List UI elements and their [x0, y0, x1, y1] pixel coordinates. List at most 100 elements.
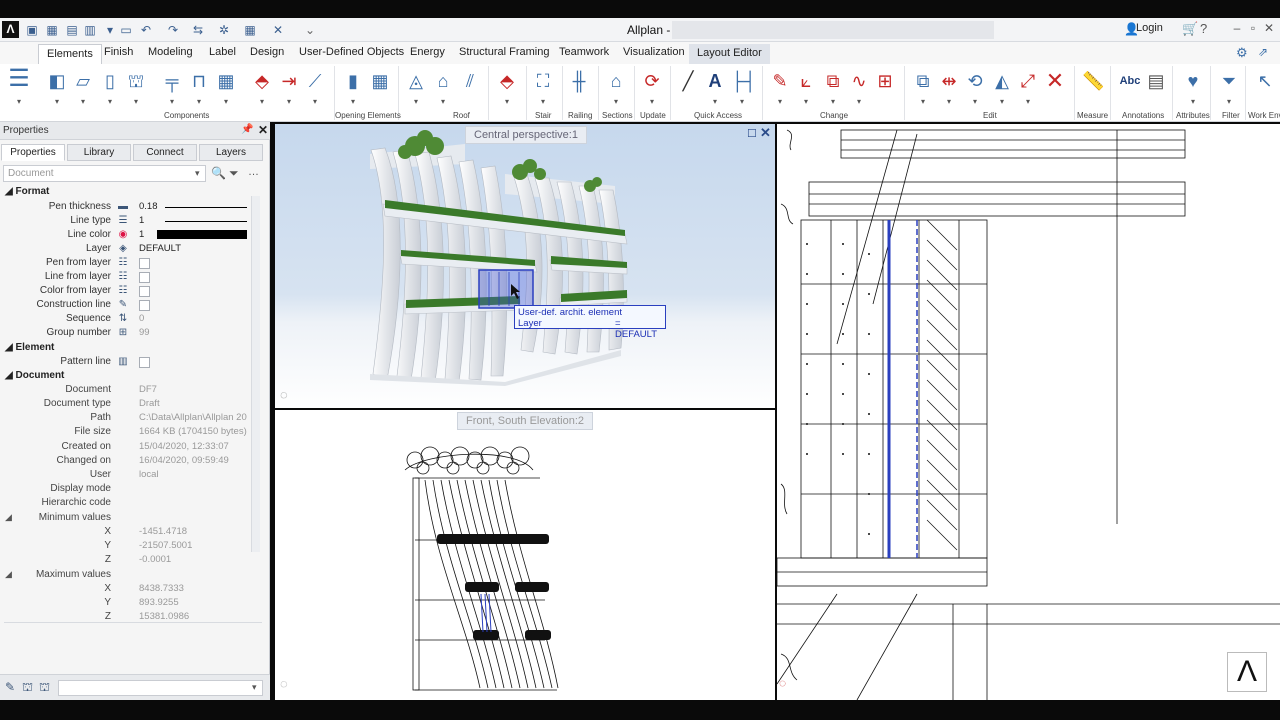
move-icon[interactable]: ⧉: [822, 70, 844, 92]
tab-teamwork[interactable]: Teamwork: [559, 46, 609, 58]
construction-line-checkbox[interactable]: [139, 300, 150, 311]
tab-energy[interactable]: Energy: [410, 46, 445, 58]
tab-design[interactable]: Design: [250, 46, 284, 58]
split-icon[interactable]: ⊞: [874, 70, 896, 92]
chevron-down-icon[interactable]: ▾: [252, 682, 257, 693]
dropdown-icon[interactable]: ▾: [102, 22, 118, 38]
value-line-type[interactable]: 1: [139, 215, 144, 226]
more-options-icon[interactable]: …: [248, 166, 259, 178]
brush-icon[interactable]: ✎: [5, 680, 15, 694]
tab-connect[interactable]: Connect: [133, 144, 197, 161]
elevation-view-label[interactable]: Front, South Elevation:2: [457, 412, 594, 430]
document-selector[interactable]: Document: [3, 165, 206, 182]
section-icon[interactable]: ⌂: [605, 70, 627, 92]
wall-icon[interactable]: ◧: [46, 70, 68, 92]
annotation-text-icon[interactable]: Abc: [1118, 70, 1142, 92]
roof-modify-icon[interactable]: ⬘: [496, 70, 518, 92]
copy-format-icon[interactable]: ⛫: [22, 680, 33, 696]
close-viewport-icon[interactable]: ✕: [760, 125, 771, 141]
expand-icon[interactable]: ⇗: [1258, 45, 1268, 59]
tab-modeling[interactable]: Modeling: [148, 46, 193, 58]
elevation-viewport[interactable]: Front, South Elevation:2 ◌: [275, 410, 775, 700]
measure-icon[interactable]: 📏: [1082, 70, 1104, 92]
properties-scrollbar[interactable]: [251, 196, 260, 552]
maximize-viewport-icon[interactable]: ☐: [747, 127, 757, 140]
paste-format-icon[interactable]: ⛫: [39, 680, 50, 696]
comment-icon[interactable]: ▭: [118, 22, 134, 38]
perspective-view-label[interactable]: Central perspective:1: [465, 126, 587, 144]
column-icon[interactable]: ▯: [99, 70, 121, 92]
navigation-cube-icon[interactable]: ◌: [280, 676, 288, 691]
scale-icon[interactable]: ⤢: [1017, 70, 1039, 92]
close-button[interactable]: ✕: [1262, 21, 1276, 35]
attributes-icon[interactable]: ♥: [1182, 70, 1204, 92]
tab-layout-editor[interactable]: Layout Editor: [689, 44, 770, 64]
label-icon[interactable]: ▤: [1145, 70, 1167, 92]
tab-finish[interactable]: Finish: [104, 46, 133, 58]
tab-visualization[interactable]: Visualization: [623, 46, 685, 58]
navigation-cube-icon[interactable]: ◌: [280, 387, 288, 402]
pattern-line-checkbox[interactable]: [139, 357, 150, 368]
tab-structural-framing[interactable]: Structural Framing: [459, 46, 549, 58]
close-panel-icon[interactable]: ✕: [258, 123, 268, 137]
window-icon[interactable]: ▦: [369, 70, 391, 92]
tab-layers[interactable]: Layers: [199, 144, 263, 161]
palette-icon[interactable]: ☰: [5, 67, 33, 96]
dormer-icon[interactable]: ⫽: [459, 70, 481, 92]
save-as-icon[interactable]: ▥: [82, 22, 98, 38]
search-icon[interactable]: 🔍: [211, 166, 226, 180]
wand-icon[interactable]: ⟋: [304, 70, 326, 92]
lintel-icon[interactable]: ⊓: [188, 70, 210, 92]
gear-icon[interactable]: ⚙: [1236, 45, 1248, 61]
railing-icon[interactable]: ╫: [568, 70, 590, 92]
chevron-down-icon[interactable]: ▾: [195, 168, 200, 179]
color-from-layer-checkbox[interactable]: [139, 286, 150, 297]
dimension-icon[interactable]: ├┤: [731, 70, 757, 92]
new-icon[interactable]: ▣: [24, 22, 40, 38]
pencil-icon[interactable]: ✎: [769, 70, 791, 92]
login-link[interactable]: Login: [1136, 22, 1163, 34]
copy-icon[interactable]: ⧉: [912, 70, 934, 92]
allplan-logo-icon[interactable]: Λ: [2, 21, 19, 38]
collapse-icon[interactable]: ◢: [5, 569, 12, 580]
roof-plane-icon[interactable]: ⌂: [432, 70, 454, 92]
line-from-layer-checkbox[interactable]: [139, 272, 150, 283]
tab-elements[interactable]: Elements: [38, 44, 102, 64]
navigation-cube-icon[interactable]: ◌: [779, 676, 786, 690]
slab-icon[interactable]: ▱: [72, 70, 94, 92]
text-icon[interactable]: A: [704, 70, 726, 92]
value-line-color[interactable]: 1: [139, 229, 144, 240]
more-icon[interactable]: ⌄: [302, 22, 318, 38]
pin-icon[interactable]: 📌: [241, 124, 253, 135]
delete-icon[interactable]: ✕: [1044, 70, 1066, 92]
tools-icon[interactable]: ✕: [270, 22, 286, 38]
collapse-icon[interactable]: ◢: [5, 512, 12, 523]
redo-icon[interactable]: ↷: [165, 22, 181, 38]
layout-icon[interactable]: ▦: [242, 22, 258, 38]
value-sequence[interactable]: 0: [139, 313, 144, 324]
convert-icon[interactable]: ⇆: [190, 22, 206, 38]
pen-from-layer-checkbox[interactable]: [139, 258, 150, 269]
minimize-button[interactable]: –: [1230, 21, 1244, 35]
cart-icon[interactable]: 🛒: [1182, 21, 1198, 37]
stamp-icon[interactable]: ⛫: [125, 70, 147, 92]
stair-icon[interactable]: ⛶: [532, 70, 554, 92]
restore-button[interactable]: ▫: [1246, 21, 1260, 35]
line-icon[interactable]: ╱: [677, 70, 699, 92]
modify-components-icon[interactable]: ⬘: [251, 70, 273, 92]
filter-icon[interactable]: ⏷: [1218, 70, 1240, 92]
filter-icon[interactable]: ⏷: [229, 166, 239, 181]
tab-label[interactable]: Label: [209, 46, 236, 58]
help-icon[interactable]: ?: [1200, 21, 1207, 36]
open-icon[interactable]: ▦: [44, 22, 60, 38]
mirror-icon[interactable]: ◭: [991, 70, 1013, 92]
rotate-icon[interactable]: ⟲: [964, 70, 986, 92]
value-pen-thickness[interactable]: 0.18: [139, 201, 158, 212]
curve-icon[interactable]: ∿: [848, 70, 870, 92]
plan-viewport[interactable]: ◌: [777, 124, 1280, 700]
tab-library[interactable]: Library: [67, 144, 131, 161]
save-icon[interactable]: ▤: [64, 22, 80, 38]
undo-icon[interactable]: ↶: [138, 22, 154, 38]
stretch-icon[interactable]: ⇹: [938, 70, 960, 92]
selected-element-highlight[interactable]: [478, 269, 534, 309]
